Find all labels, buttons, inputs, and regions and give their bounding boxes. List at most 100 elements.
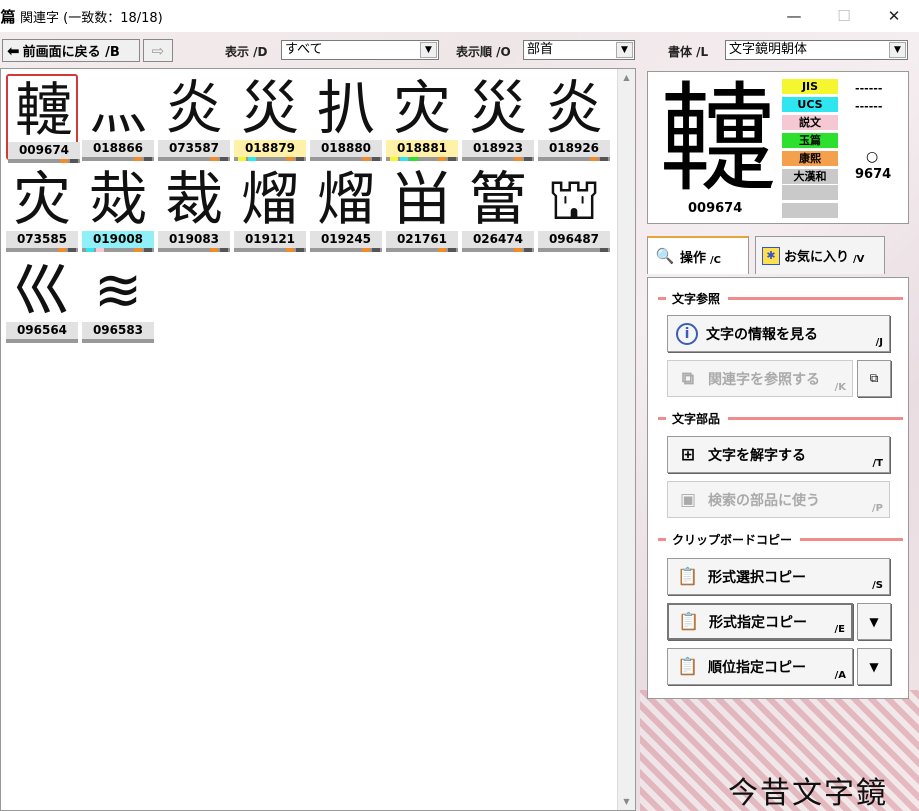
source-mark [96,248,104,252]
order-select[interactable]: 部首 ▼ [523,40,635,60]
decompose-char-button[interactable]: ⊞ 文字を解字する /T [667,436,890,473]
app-logo: 今昔文字鏡 [728,776,888,811]
glyph-cell[interactable]: 熘 019121 [234,165,306,252]
rank-copy-button[interactable]: 📋 順位指定コピー /A [667,648,853,685]
glyph-code: 018923 [462,140,534,157]
source-mark [448,248,456,252]
dropdown-arrow-icon[interactable]: ▼ [889,42,906,58]
format-fixed-dropdown[interactable]: ▼ [857,603,891,640]
glyph-cell[interactable]: 炎 073587 [158,74,230,161]
glyph-code: 018879 [234,140,306,157]
preview-glyph: 䡹 [658,70,777,208]
display-value: すべて [285,42,323,57]
tab-operations-label: 操作 [680,250,707,266]
glyph-cell[interactable]: 烖 019008 [82,165,154,252]
glyph-cell[interactable]: 灾 073585 [6,165,78,252]
view-char-info-button[interactable]: i 文字の情報を見る /J [667,315,890,352]
source-badge: JIS [782,79,838,94]
source-mark [68,248,76,252]
forward-button[interactable]: ⇨ [143,39,173,62]
source-mark [362,248,370,252]
glyph-code: 096564 [6,322,78,339]
glyph-code: 019008 [82,231,154,248]
source-mark [590,157,598,161]
font-select[interactable]: 文字鏡明朝体 ▼ [725,40,908,60]
glyph-char: 簹 [468,165,527,233]
glyph-cell[interactable]: 災 018879 [234,74,306,161]
glyph-code: 019083 [158,231,230,248]
glyph-code: 021761 [386,231,458,248]
source-mark [600,248,608,252]
glyph-cell[interactable]: 扒 018880 [310,74,382,161]
glyph-code: 096487 [538,231,610,248]
format-fixed-copy-button[interactable]: 📋 形式指定コピー /E [667,603,853,640]
glyph-cell[interactable]: 簹 026474 [462,165,534,252]
source-mark [238,157,246,161]
view-related-button[interactable]: ⧉ 関連字を参照する /K [667,360,853,397]
source-marks [462,248,534,252]
source-marks [8,159,80,163]
glyph-cell[interactable]: 災 018923 [462,74,534,161]
dropdown-arrow-icon[interactable]: ▼ [616,42,633,58]
maximize-button[interactable]: ☐ [819,0,869,32]
glyph-code: 019245 [310,231,382,248]
glyph-char: 巛 [12,256,71,324]
clipboard-edit-icon: 📋 [678,611,700,632]
glyph-code: 018866 [82,140,154,157]
clipboard-auto-icon: 📋 [677,656,699,677]
source-mark [220,248,228,252]
back-arrow-icon: ⬅ [7,41,20,60]
glyph-char: 䡹 [14,76,73,144]
glyph-char: 灾 [12,165,71,233]
scroll-up-icon[interactable]: ▲ [618,69,635,86]
back-button[interactable]: ⬅ 前画面に戻る /B [2,39,140,62]
order-label: 表示順 /O [456,45,511,59]
use-as-search-part-button[interactable]: ▣ 検索の部品に使う /P [667,481,890,518]
display-select[interactable]: すべて ▼ [281,40,439,60]
source-marks [82,248,154,252]
vertical-scrollbar[interactable]: ▲ ▼ [617,69,635,810]
dropdown-arrow-icon[interactable]: ▼ [420,42,437,58]
app-icon: 篇 [0,7,16,26]
glyph-cell[interactable]: 灾 018881 [386,74,458,161]
glyph-code: 096583 [82,322,154,339]
source-marks [386,248,458,252]
source-badge: 説文 [782,115,838,130]
glyph-cell[interactable]: 䡹 009674 [6,74,80,163]
glyph-cell[interactable]: 畄 021761 [386,165,458,252]
star-folder-icon: ✱ [762,246,780,265]
glyph-cell[interactable]: 巛 096564 [6,256,78,343]
magnifier-icon: 🔍 [655,247,675,265]
glyph-cell[interactable]: 炎 018926 [538,74,610,161]
glyph-code: 073585 [6,231,78,248]
tab-operations[interactable]: 🔍 操作 /C [647,236,749,274]
source-mark [438,157,446,161]
glyph-cell[interactable]: ≋ 096583 [82,256,154,343]
close-button[interactable]: ✕ [869,0,919,32]
glyph-cell[interactable]: 裁 019083 [158,165,230,252]
source-mark [210,157,218,161]
glyph-cell[interactable]: ⛫ 096487 [538,165,610,252]
source-mark [438,248,446,252]
source-mark [372,157,380,161]
source-mark [524,248,532,252]
glyph-char: 扒 [316,74,375,142]
format-select-copy-button[interactable]: 📋 形式選択コピー /S [667,558,890,595]
tab-favorites[interactable]: ✱ お気に入り /V [755,236,885,274]
scroll-down-icon[interactable]: ▼ [618,793,635,810]
source-mark [134,157,142,161]
glyph-cell[interactable]: 熘 019245 [310,165,382,252]
glyph-code: 018880 [310,140,382,157]
glyph-char: 災 [468,74,527,142]
source-marks [538,248,610,252]
glyph-preview: 䡹 009674 JIS UCS 説文 玉篇 康熙 大漢和 ------ ------ ○… [647,71,909,224]
decompose-icon: ⊞ [680,444,696,465]
open-window-button[interactable]: ⧉ [857,360,891,397]
minimize-button[interactable]: — [769,0,819,32]
source-marks [234,248,306,252]
rank-copy-dropdown[interactable]: ▼ [857,648,891,685]
source-mark [514,157,522,161]
glyph-code: 009674 [8,142,80,159]
source-badge: 大漢和 [782,169,838,184]
glyph-cell[interactable]: 灬 018866 [82,74,154,161]
